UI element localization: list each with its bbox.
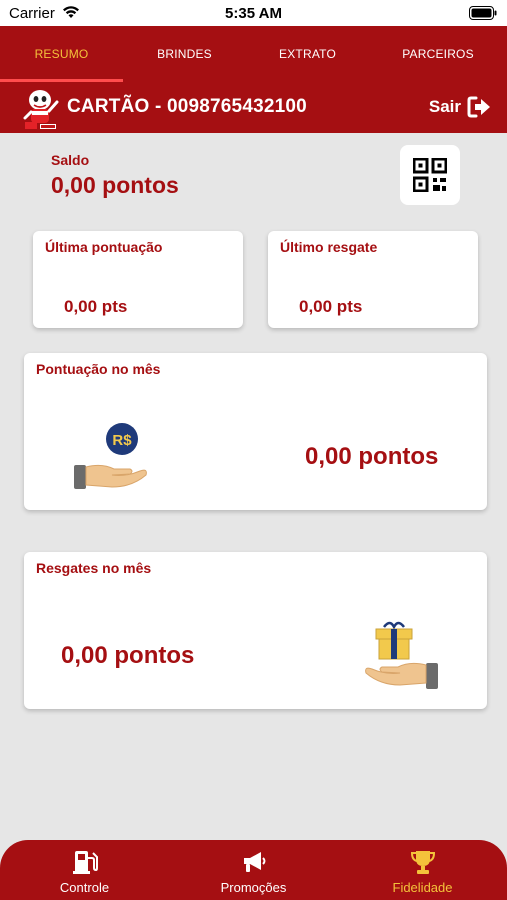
logout-button[interactable]: Sair xyxy=(429,94,491,120)
tab-extrato[interactable]: EXTRATO xyxy=(246,26,369,82)
status-time: 5:35 AM xyxy=(225,5,282,22)
last-points-card: Última pontuação 0,00 pts xyxy=(33,231,243,328)
hand-money-icon: R$ xyxy=(74,423,147,489)
nav-item-promocoes[interactable]: Promoções xyxy=(169,840,338,900)
battery-icon xyxy=(469,6,497,20)
month-redeems-value: 0,00 pontos xyxy=(61,642,195,669)
megaphone-icon xyxy=(243,852,265,872)
bottom-navigation: Controle Promoções Fidelidade xyxy=(0,840,507,900)
qr-code-button[interactable] xyxy=(400,145,460,205)
month-points-card: Pontuação no mês R$ 0,00 pontos xyxy=(24,353,487,510)
top-tab-bar: RESUMO BRINDES EXTRATO PARCEIROS xyxy=(0,26,507,82)
nav-label-controle: Controle xyxy=(59,880,110,895)
hand-gift-icon xyxy=(365,621,438,689)
card-number-title: CARTÃO - 0098765432100 xyxy=(67,96,307,117)
mascot-logo-icon xyxy=(23,90,59,129)
fuel-pump-icon xyxy=(72,851,98,874)
nav-item-fidelidade[interactable]: Fidelidade xyxy=(338,840,507,900)
balance-value: 0,00 pontos xyxy=(51,172,179,198)
status-bar: Carrier 5:35 AM xyxy=(0,0,507,26)
tab-brindes[interactable]: BRINDES xyxy=(123,26,246,82)
tab-parceiros[interactable]: PARCEIROS xyxy=(369,26,507,82)
nav-item-controle[interactable]: Controle xyxy=(0,840,169,900)
tab-resumo[interactable]: RESUMO xyxy=(0,26,123,82)
month-redeems-card: Resgates no mês 0,00 pontos xyxy=(24,552,487,709)
sign-out-icon xyxy=(467,96,490,118)
logout-label: Sair xyxy=(428,97,461,116)
last-points-value: 0,00 pts xyxy=(64,297,128,316)
nav-label-promocoes: Promoções xyxy=(220,880,287,895)
nav-label-fidelidade: Fidelidade xyxy=(392,880,453,895)
money-badge-text: R$ xyxy=(112,432,132,449)
last-redeem-title: Último resgate xyxy=(280,239,378,255)
card-header: CARTÃO - 0098765432100 Sair xyxy=(0,82,507,133)
trophy-icon xyxy=(410,851,435,874)
last-redeem-value: 0,00 pts xyxy=(299,297,363,316)
last-redeem-card: Último resgate 0,00 pts xyxy=(268,231,478,328)
month-points-value: 0,00 pontos xyxy=(305,443,439,470)
month-points-title: Pontuação no mês xyxy=(36,361,161,377)
balance-label: Saldo xyxy=(51,152,90,168)
qr-code-icon xyxy=(413,158,447,192)
last-points-title: Última pontuação xyxy=(45,239,163,255)
month-redeems-title: Resgates no mês xyxy=(36,560,152,576)
